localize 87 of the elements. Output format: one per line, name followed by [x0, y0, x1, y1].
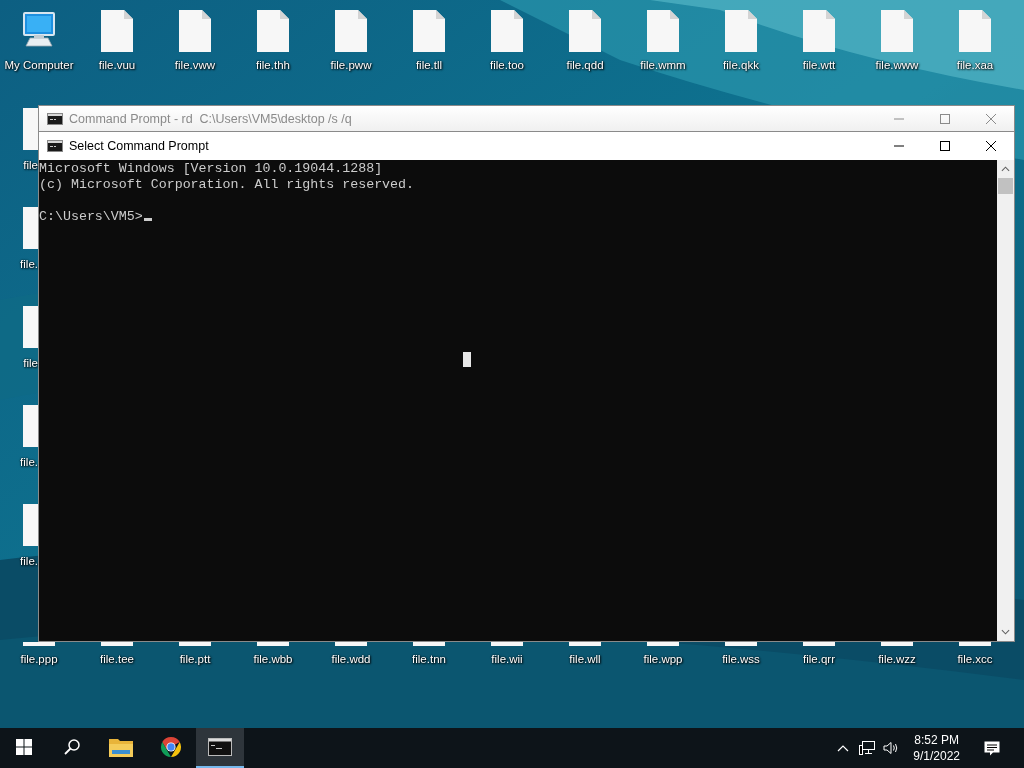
console-line: (c) Microsoft Corporation. All rights reserved.: [39, 177, 416, 193]
file-name-label[interactable]: file: [23, 158, 38, 172]
file-name-label[interactable]: file.wdd: [331, 652, 371, 666]
terminal-icon: [47, 140, 63, 152]
file-name-label[interactable]: file.wss: [722, 652, 760, 666]
file-icon[interactable]: [100, 642, 134, 646]
file-icon[interactable]: [568, 642, 602, 646]
file-name-label[interactable]: file.wpp: [643, 652, 683, 666]
file-icon[interactable]: [412, 10, 446, 52]
file-name-label[interactable]: file.qrr: [803, 652, 835, 666]
folder-icon: [109, 736, 133, 758]
file-icon[interactable]: [256, 642, 290, 646]
file-icon[interactable]: [958, 642, 992, 646]
file-icon[interactable]: [568, 10, 602, 52]
scroll-up-icon[interactable]: [1001, 166, 1010, 172]
maximize-icon: [940, 141, 950, 151]
file-name-label[interactable]: file.xcc: [957, 652, 993, 666]
file-name-label[interactable]: file.ptt: [179, 652, 211, 666]
file-icon[interactable]: [724, 10, 758, 52]
file-icon[interactable]: [880, 642, 914, 646]
file-icon[interactable]: [334, 642, 368, 646]
windows-logo-icon: [16, 739, 32, 755]
file-name-label[interactable]: file.: [20, 455, 38, 469]
terminal-icon: [208, 736, 232, 758]
window-title: Select Command Prompt: [69, 139, 210, 153]
file-name-label[interactable]: file: [23, 356, 38, 370]
clock-date: 9/1/2022: [913, 748, 960, 764]
file-name-label[interactable]: My Computer: [4, 58, 74, 72]
command-prompt: C:\Users\VM5>: [39, 209, 143, 224]
clock[interactable]: 8:52 PM 9/1/2022: [913, 732, 960, 764]
caret-up-icon[interactable]: [837, 744, 850, 752]
file-name-label[interactable]: file.: [20, 554, 38, 568]
file-icon[interactable]: [802, 642, 836, 646]
file-name-label[interactable]: file.ppp: [20, 652, 58, 666]
file-name-label[interactable]: file.tll: [415, 58, 443, 72]
file-name-label[interactable]: file.tnn: [412, 652, 446, 666]
terminal-button[interactable]: [196, 728, 244, 768]
file-name-label[interactable]: file.: [20, 257, 38, 271]
file-name-label[interactable]: file.thh: [256, 58, 290, 72]
clock-time: 8:52 PM: [914, 732, 959, 748]
file-name-label[interactable]: file.tee: [100, 652, 134, 666]
file-icon[interactable]: [22, 642, 56, 646]
file-icon[interactable]: [412, 642, 446, 646]
close-icon: [986, 141, 996, 151]
console-line: Microsoft Windows [Version 10.0.19044.1288]: [39, 161, 384, 177]
file-name-label[interactable]: file.qdd: [566, 58, 604, 72]
file-icon[interactable]: [178, 10, 212, 52]
search-icon: [64, 739, 80, 755]
file-icon[interactable]: [334, 10, 368, 52]
file-icon[interactable]: [646, 10, 680, 52]
file-name-label[interactable]: file.wll: [569, 652, 601, 666]
file-name-label[interactable]: file.vuu: [98, 58, 136, 72]
file-name-label[interactable]: file.pww: [330, 58, 372, 72]
volume-icon[interactable]: [883, 741, 900, 755]
scrollbar[interactable]: [997, 160, 1014, 641]
maximize-icon: [940, 113, 950, 124]
file-icon[interactable]: [22, 207, 38, 249]
file-icon[interactable]: [490, 10, 524, 52]
file-name-label[interactable]: file.wbb: [253, 652, 293, 666]
scroll-down-icon[interactable]: [1001, 629, 1010, 635]
file-icon[interactable]: [22, 405, 38, 447]
network-icon[interactable]: [859, 741, 876, 755]
file-name-label[interactable]: file.too: [490, 58, 524, 72]
file-name-label[interactable]: file.vww: [174, 58, 216, 72]
file-name-label[interactable]: file.wzz: [878, 652, 916, 666]
file-icon[interactable]: [22, 108, 38, 150]
file-icon[interactable]: [100, 10, 134, 52]
file-icon[interactable]: [22, 504, 38, 546]
file-name-label[interactable]: file.qkk: [723, 58, 759, 72]
terminal-icon: [47, 112, 63, 125]
file-icon[interactable]: [490, 642, 524, 646]
file-icon[interactable]: [178, 642, 212, 646]
scrollbar-thumb[interactable]: [998, 178, 1013, 194]
browser-icon: [159, 736, 183, 758]
file-name-label[interactable]: file.www: [875, 58, 919, 72]
file-name-label[interactable]: file.wtt: [802, 58, 836, 72]
close-icon: [986, 113, 996, 124]
file-name-label[interactable]: file.wii: [491, 652, 523, 666]
file-icon[interactable]: [646, 642, 680, 646]
file-icon[interactable]: [256, 10, 290, 52]
window-title: Command Prompt - rd C:\Users\VM5\desktop /s /q: [69, 111, 353, 126]
file-icon[interactable]: [724, 642, 758, 646]
file-name-label[interactable]: file.wmm: [640, 58, 686, 72]
file-icon[interactable]: [22, 306, 38, 348]
selection-cursor: [463, 352, 471, 367]
text-cursor: [143, 218, 152, 221]
notification-icon[interactable]: [984, 740, 1000, 756]
